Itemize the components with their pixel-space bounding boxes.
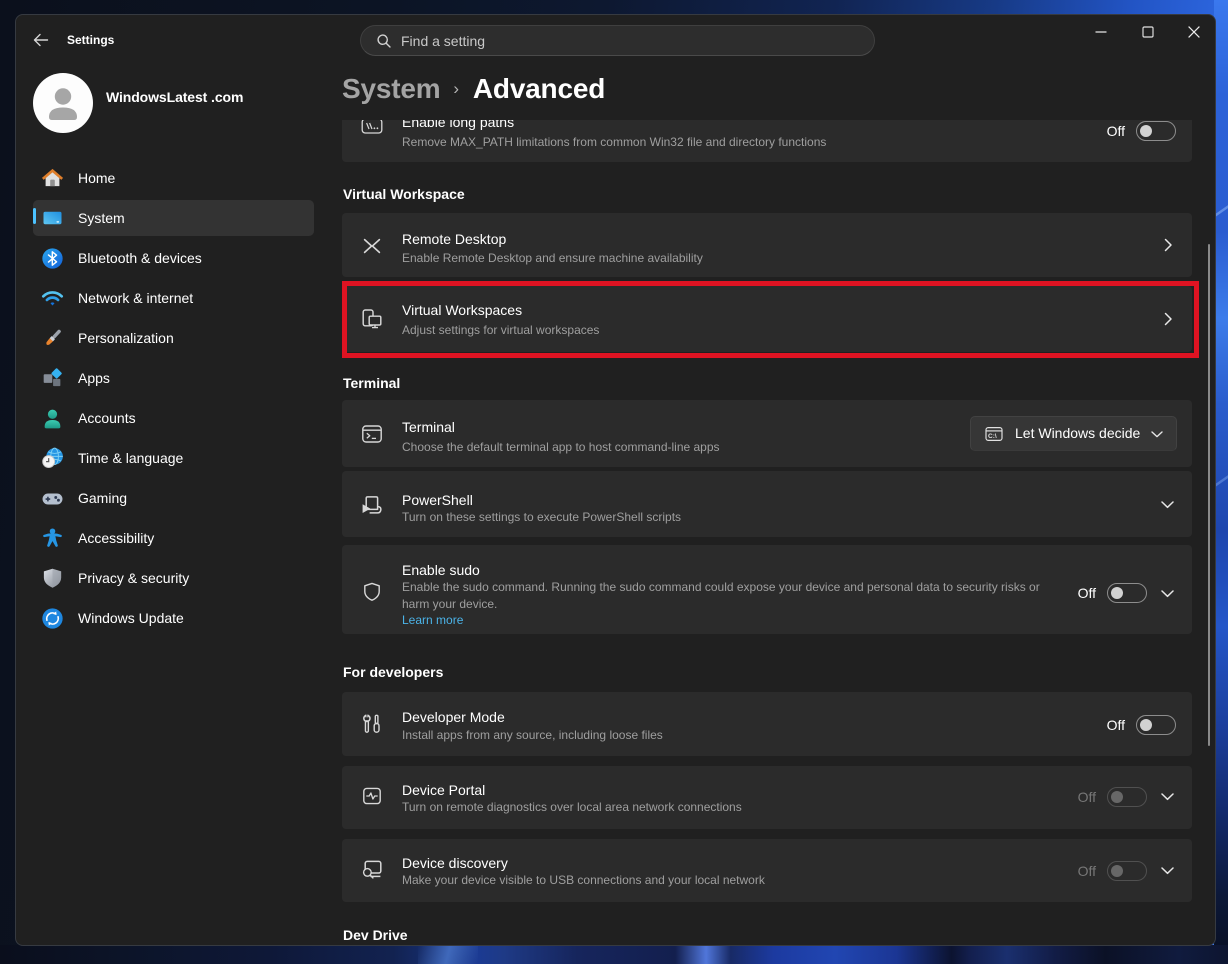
svg-text:C:\: C:\ (988, 433, 997, 440)
